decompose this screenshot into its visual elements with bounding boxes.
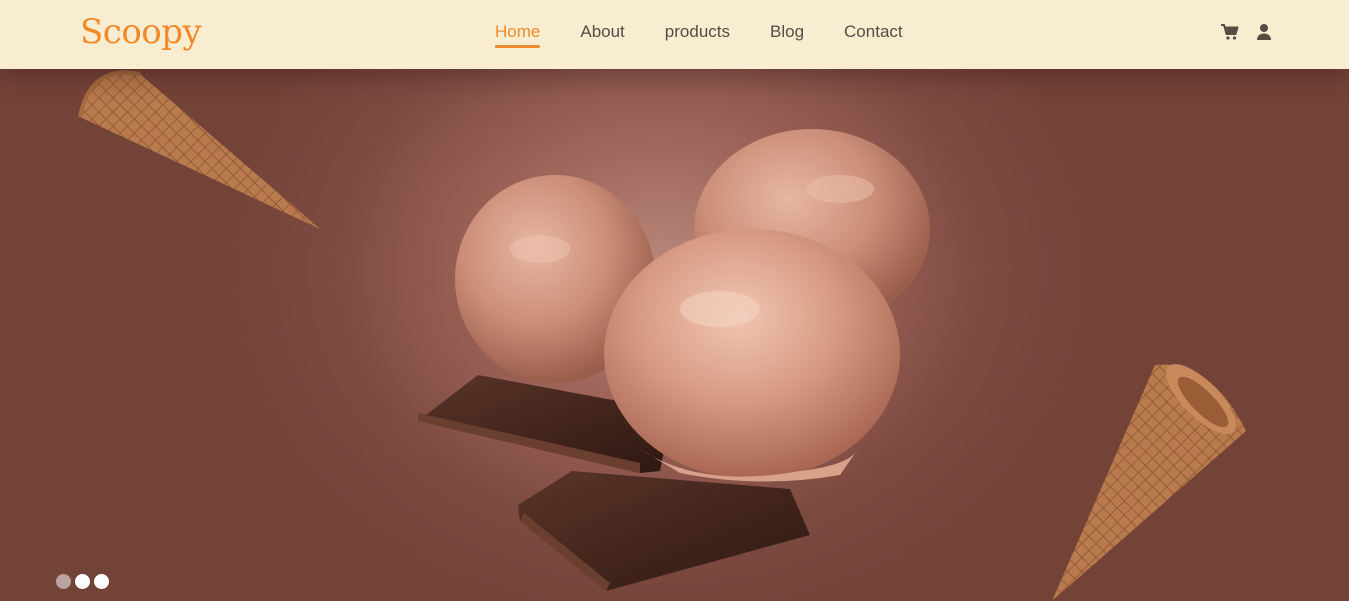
hero-banner [0,69,1349,601]
header-icons [1220,22,1274,42]
slider-dot[interactable] [56,574,71,589]
cart-icon[interactable] [1220,22,1240,42]
waffle-cone-top-left [78,70,320,230]
user-icon[interactable] [1254,22,1274,42]
nav-home[interactable]: Home [495,22,541,48]
nav-about[interactable]: About [580,22,624,48]
slider-dots [56,574,109,589]
hero-image [78,70,1246,601]
site-header: Scoopy Home About products Blog Contact [0,0,1349,69]
nav-products[interactable]: products [665,22,730,48]
slider-dot[interactable] [94,574,109,589]
chocolate-bar-front [518,471,810,591]
main-nav: Home About products Blog Contact [495,22,943,48]
brand-logo[interactable]: Scoopy [80,12,202,52]
nav-blog[interactable]: Blog [770,22,804,48]
waffle-cone-bottom-right [1052,364,1246,601]
nav-contact[interactable]: Contact [844,22,903,48]
slider-dot[interactable] [75,574,90,589]
